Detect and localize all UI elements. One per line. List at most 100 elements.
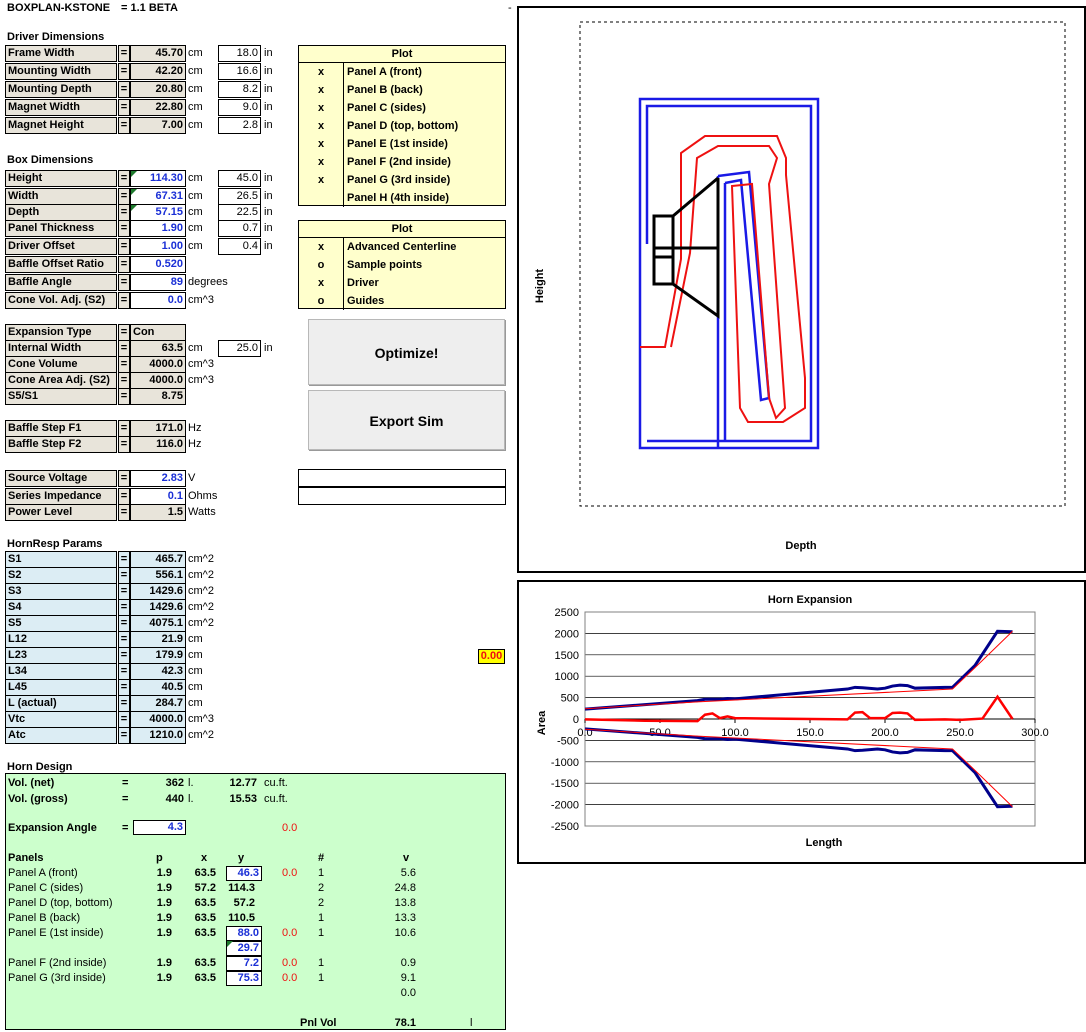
value-panel-thickness[interactable]: 1.90 — [130, 220, 186, 237]
plot-option-row[interactable]: Panel H (4th inside) — [299, 189, 505, 207]
plot-toggle[interactable]: x — [299, 117, 344, 135]
plot-toggle[interactable]: x — [299, 238, 344, 256]
eq-l34: = — [118, 663, 130, 680]
vol-net-value: 362 — [165, 777, 184, 789]
plot-toggle[interactable]: x — [299, 153, 344, 171]
inch-depth: 22.5 — [218, 204, 261, 221]
value-baffle-step-f1: 171.0 — [130, 420, 186, 437]
vol-net-ft-unit: cu.ft. — [264, 777, 288, 789]
eq-baffle-step-f2: = — [118, 436, 130, 453]
unit-mounting-width: cm — [188, 65, 203, 77]
optimize-button[interactable]: Optimize! — [308, 319, 505, 385]
comment-marker — [131, 189, 137, 195]
value-height[interactable]: 114.30 — [130, 170, 186, 187]
plot-toggle[interactable]: x — [299, 81, 344, 99]
panel-name: Panel D (top, bottom) — [8, 897, 113, 909]
value-baffle-offset-ratio[interactable]: 0.520 — [130, 256, 186, 273]
value-l45: 40.5 — [130, 679, 186, 696]
y-tick-label: 1500 — [555, 650, 579, 662]
plot-toggle[interactable]: x — [299, 171, 344, 189]
plot-option-row[interactable]: x Panel F (2nd inside) — [299, 153, 505, 171]
p-col-header: p — [156, 852, 163, 864]
label-height: Height — [5, 170, 117, 187]
plot-option-row[interactable]: x Panel B (back) — [299, 81, 505, 99]
plot-option-row[interactable]: x Panel D (top, bottom) — [299, 117, 505, 135]
plot-option-row[interactable]: x Advanced Centerline — [299, 238, 505, 256]
value-driver-offset[interactable]: 1.00 — [130, 238, 186, 255]
value-l34: 42.3 — [130, 663, 186, 680]
panel-delta: 0.0 — [282, 972, 298, 984]
inch-unit-frame-width: in — [264, 47, 273, 59]
export-sim-button[interactable]: Export Sim — [308, 390, 505, 450]
inch-unit-mounting-width: in — [264, 65, 273, 77]
app-version: = 1.1 BETA — [121, 2, 178, 14]
label-l45: L45 — [5, 679, 117, 696]
eq-s5: = — [118, 615, 130, 632]
expansion-angle-input[interactable]: 4.3 — [133, 820, 186, 835]
plot-toggle[interactable]: x — [299, 63, 344, 81]
options-plot-header: Plot — [391, 223, 413, 235]
value-depth[interactable]: 57.15 — [130, 204, 186, 221]
panel-name: Panel C (sides) — [8, 882, 84, 894]
horn-expansion-chart: 2500 2000 1500 1000 500 0 -500 -1000 -1500 -2000 -… — [517, 580, 1086, 864]
panel-y: 114.3 — [228, 882, 255, 894]
panel-p: 1.9 — [156, 897, 172, 909]
value-cone-vol-adj-s2[interactable]: 0.0 — [130, 292, 186, 309]
plot-toggle[interactable]: x — [299, 99, 344, 117]
value-vtc: 4000.0 — [130, 711, 186, 728]
empty-cell-1[interactable] — [298, 469, 506, 487]
panel-y-input[interactable]: 75.3 — [226, 971, 262, 986]
plot-option-label: Advanced Centerline — [347, 241, 457, 253]
label-width: Width — [5, 188, 117, 205]
panel-y-input[interactable]: 46.3 — [226, 866, 262, 881]
plot-toggle[interactable] — [299, 189, 344, 207]
panel-delta: 0.0 — [282, 867, 298, 879]
label-baffle-angle: Baffle Angle — [5, 274, 117, 291]
app-title: BOXPLAN-KSTONE — [7, 2, 111, 14]
eq-baffle-angle: = — [118, 274, 130, 291]
eq-power-level: = — [118, 504, 130, 521]
panel-count: 1 — [318, 912, 325, 924]
plot-toggle[interactable]: x — [299, 274, 344, 292]
label-s2: S2 — [5, 567, 117, 584]
panel-x: 63.5 — [194, 957, 216, 969]
panel-y-input[interactable]: 88.0 — [226, 926, 262, 941]
panel-y-input[interactable]: 7.2 — [226, 956, 262, 971]
chart-title: Horn Expansion — [768, 594, 853, 606]
plot-option-row[interactable]: x Panel G (3rd inside) — [299, 171, 505, 189]
y-tick-label: -1000 — [551, 757, 579, 769]
value-series-impedance[interactable]: 0.1 — [130, 488, 186, 505]
value-s3: 1429.6 — [130, 583, 186, 600]
plot-option-row[interactable]: x Panel E (1st inside) — [299, 135, 505, 153]
driver-shape — [652, 176, 720, 319]
plot-option-label: Panel A (front) — [347, 66, 422, 78]
unit-internal-width: cm — [188, 342, 203, 354]
plot-option-row[interactable]: o Sample points — [299, 256, 505, 274]
label-expansion-type: Expansion Type — [5, 324, 117, 341]
panel-name: Panel A (front) — [8, 867, 78, 879]
plot-toggle[interactable]: o — [299, 256, 344, 274]
label-l12: L12 — [5, 631, 117, 648]
series-line-4 — [584, 728, 1013, 808]
plot-option-row[interactable]: x Driver — [299, 274, 505, 292]
value-l23: 179.9 — [130, 647, 186, 664]
panel-x: 63.5 — [194, 927, 216, 939]
empty-cell-2[interactable] — [298, 487, 506, 505]
plot-option-row[interactable]: x Panel C (sides) — [299, 99, 505, 117]
unit-cone-vol-adj-s2: cm^3 — [188, 294, 214, 306]
plot-toggle[interactable]: o — [299, 292, 344, 310]
plot-option-row[interactable]: x Panel A (front) — [299, 63, 505, 81]
eq-baffle-offset-ratio: = — [118, 256, 130, 273]
value-width[interactable]: 67.31 — [130, 188, 186, 205]
panel-count: 1 — [318, 972, 325, 984]
pnl-vol-value: 78.1 — [394, 1017, 416, 1029]
eq-height: = — [118, 170, 130, 187]
label-vtc: Vtc — [5, 711, 117, 728]
unit-height: cm — [188, 172, 203, 184]
plot-option-row[interactable]: o Guides — [299, 292, 505, 310]
plot-option-label: Driver — [347, 277, 379, 289]
value-source-voltage[interactable]: 2.83 — [130, 470, 186, 487]
unit-l45: cm — [188, 681, 203, 693]
plot-toggle[interactable]: x — [299, 135, 344, 153]
value-baffle-angle[interactable]: 89 — [130, 274, 186, 291]
